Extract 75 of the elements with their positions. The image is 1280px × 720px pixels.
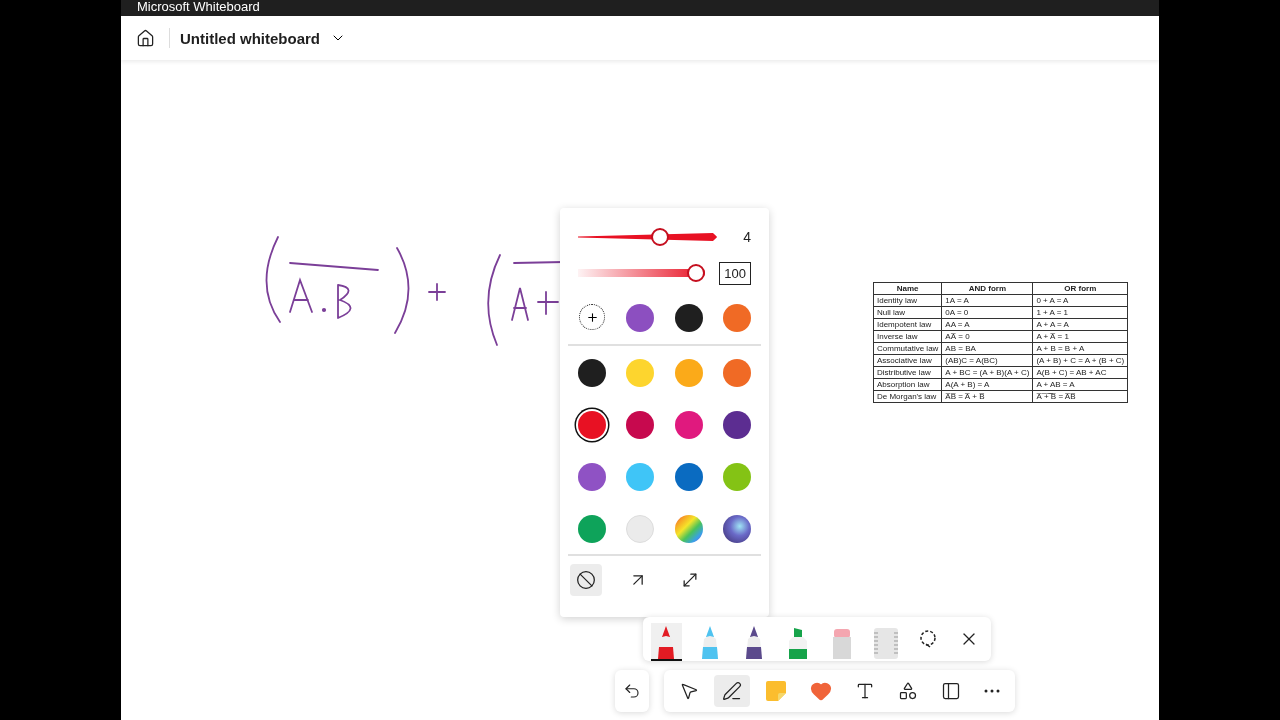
opacity-slider[interactable] bbox=[578, 264, 706, 282]
ruler-icon bbox=[872, 627, 899, 659]
table-cell: Distributive law bbox=[873, 366, 942, 379]
line-end-button[interactable] bbox=[570, 564, 602, 596]
table-cell: A̅B̅ = A̅ + B̅ bbox=[941, 390, 1033, 403]
color-swatch[interactable] bbox=[578, 411, 607, 439]
thickness-value: 4 bbox=[743, 229, 751, 245]
color-swatch[interactable] bbox=[722, 304, 751, 332]
opacity-field[interactable]: 100 bbox=[719, 261, 751, 285]
color-swatch[interactable] bbox=[578, 359, 607, 387]
sticky-note-icon bbox=[765, 680, 787, 702]
pen-tray-tool[interactable] bbox=[651, 623, 682, 661]
lasso-icon bbox=[917, 629, 938, 649]
color-swatch[interactable] bbox=[674, 463, 703, 491]
color-swatch[interactable] bbox=[626, 359, 655, 387]
table-cell: Absorption law bbox=[873, 378, 942, 391]
color-swatch[interactable] bbox=[626, 304, 655, 332]
table-cell: Associative law bbox=[873, 354, 942, 367]
color-swatch[interactable] bbox=[722, 463, 751, 491]
color-swatch[interactable] bbox=[578, 515, 607, 543]
table-cell: Commutative law bbox=[873, 342, 942, 355]
table-cell: AB = BA bbox=[941, 342, 1033, 355]
undo-icon bbox=[623, 682, 641, 700]
color-swatch[interactable] bbox=[626, 463, 655, 491]
add-color-button[interactable] bbox=[579, 304, 606, 330]
color-swatch[interactable] bbox=[674, 411, 703, 439]
table-cell: De Morgan's law bbox=[873, 390, 942, 403]
board-title[interactable]: Untitled whiteboard bbox=[180, 29, 320, 47]
eraser-icon bbox=[831, 627, 852, 659]
table-cell: A(B + C) = AB + AC bbox=[1032, 366, 1128, 379]
table-cell: Idempotent law bbox=[873, 318, 942, 331]
table-cell: Identity law bbox=[873, 294, 942, 307]
table-cell: 0A = 0 bbox=[941, 306, 1033, 319]
color-swatch[interactable] bbox=[578, 463, 607, 491]
color-swatch[interactable] bbox=[626, 515, 655, 543]
table-cell: 1A = A bbox=[941, 294, 1033, 307]
shapes-icon bbox=[898, 681, 918, 701]
table-cell: 1 + A = 1 bbox=[1032, 306, 1128, 319]
table-cell: A + BC = (A + B)(A + C) bbox=[941, 366, 1033, 379]
app-title: Microsoft Whiteboard bbox=[137, 0, 260, 13]
table-cell: AA = A bbox=[941, 318, 1033, 331]
no-arrow-icon bbox=[576, 570, 596, 590]
color-swatch[interactable] bbox=[722, 515, 751, 543]
table-cell: A̅ ̅+̅ ̅B̅ = A̅B̅ bbox=[1032, 390, 1128, 403]
more-icon bbox=[984, 689, 1000, 693]
table-cell: Inverse law bbox=[873, 330, 942, 343]
color-swatch[interactable] bbox=[722, 359, 751, 387]
color-swatch[interactable] bbox=[722, 411, 751, 439]
home-icon bbox=[136, 28, 155, 48]
color-swatch[interactable] bbox=[674, 359, 703, 387]
table-cell: A + A = A bbox=[1032, 318, 1128, 331]
table-cell: A + AB = A bbox=[1032, 378, 1128, 391]
table-cell: Null law bbox=[873, 306, 942, 319]
text-icon bbox=[855, 681, 875, 701]
column-header: OR form bbox=[1032, 282, 1128, 295]
panel-icon bbox=[941, 681, 961, 701]
table-cell: AA̅ = 0 bbox=[941, 330, 1033, 343]
column-header: AND form bbox=[941, 282, 1033, 295]
slider-thumb[interactable] bbox=[650, 228, 669, 246]
table-cell: (A + B) + C = A + (B + C) bbox=[1032, 354, 1128, 367]
color-swatch[interactable] bbox=[674, 304, 703, 332]
plus-icon bbox=[585, 310, 599, 324]
color-swatch[interactable] bbox=[626, 411, 655, 439]
heart-icon bbox=[810, 680, 832, 702]
table-cell: (AB)C = A(BC) bbox=[941, 354, 1033, 367]
toolbar-button[interactable] bbox=[714, 675, 750, 707]
color-swatch[interactable] bbox=[674, 515, 703, 543]
table-cell: A(A + B) = A bbox=[941, 378, 1033, 391]
pen-icon bbox=[722, 681, 742, 701]
table-cell: A + A̅ = 1 bbox=[1032, 330, 1128, 343]
column-header: Name bbox=[873, 282, 942, 295]
table-cell: A + B = B + A bbox=[1032, 342, 1128, 355]
pointer-icon bbox=[679, 681, 699, 701]
table-cell: 0 + A = A bbox=[1032, 294, 1128, 307]
slider-thumb[interactable] bbox=[687, 264, 706, 282]
